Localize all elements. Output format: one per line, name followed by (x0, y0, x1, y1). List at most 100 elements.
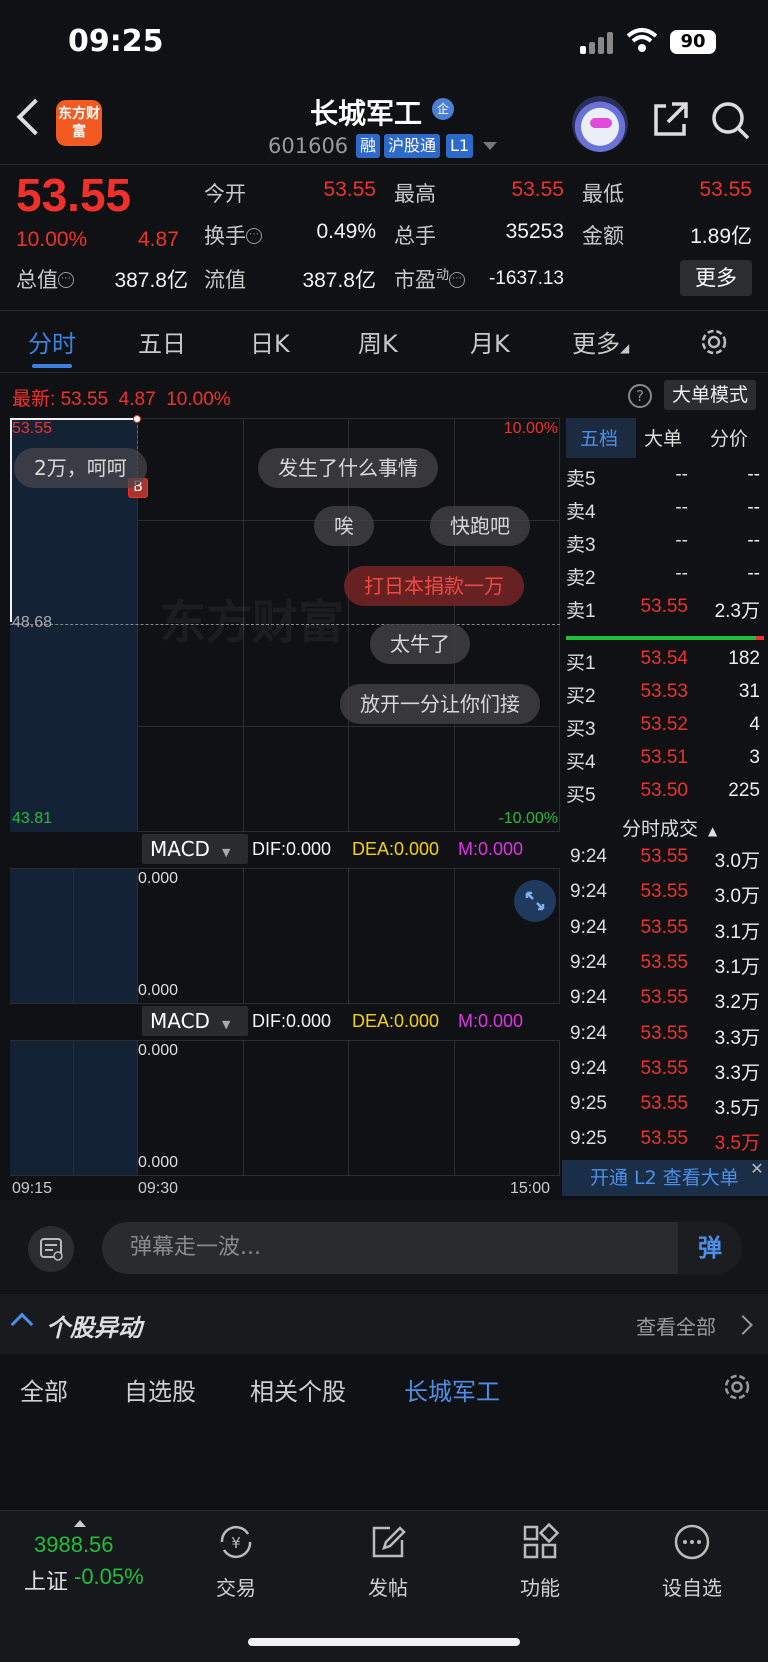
m-value: M:0.000 (458, 839, 524, 859)
chevron-down-icon[interactable] (483, 142, 497, 150)
l2-banner[interactable]: 开通 L2 查看大单 (562, 1160, 768, 1196)
trade-volume: 3.5万 (714, 1098, 760, 1120)
nav-trade[interactable]: ¥ 交易 (186, 1522, 286, 1601)
danmaku-bubble[interactable]: 发生了什么事情 (258, 448, 438, 488)
mktcap-label[interactable]: 总值 ⋯ (16, 264, 74, 294)
ask-volume: -- (747, 464, 760, 485)
danmaku-bubble[interactable]: 2万，呵呵 (14, 448, 147, 488)
close-icon[interactable]: ✕ (748, 1160, 766, 1178)
yuan-cycle-icon: ¥ (216, 1522, 256, 1562)
trade-row: 9:25 53.55 3.5万 (568, 1128, 764, 1158)
indicator-panel-1[interactable]: 0.000 0.000 (10, 868, 560, 1004)
tab-five-day[interactable]: 五日 (138, 324, 186, 359)
mktcap-value: 387.8亿 (114, 269, 188, 292)
trades-header[interactable]: 分时成交 ▲ (622, 814, 717, 841)
trade-time: 9:25 (570, 1093, 607, 1115)
status-time: 09:25 (68, 24, 164, 59)
info-icon[interactable]: ⋯ (58, 272, 74, 288)
tab-intraday[interactable]: 分时 (28, 324, 76, 359)
trade-time: 9:25 (570, 1128, 607, 1150)
trade-volume: 3.1万 (714, 956, 760, 978)
pct-axis-bottom: -10.00% (498, 810, 558, 827)
trade-row: 9:25 53.55 3.5万 (568, 1093, 764, 1123)
nav-post[interactable]: 发帖 (338, 1522, 438, 1601)
trade-time: 9:24 (570, 987, 607, 1009)
bid-row: 买2 53.53 31 (566, 681, 764, 711)
danmaku-send-button[interactable]: 弹 (678, 1222, 742, 1274)
indicator-panel-2[interactable]: 0.000 0.000 (10, 1040, 560, 1176)
indicator-axis-top: 0.000 (138, 870, 179, 887)
chevron-up-icon: ▲ (708, 824, 718, 838)
chevron-down-icon: ▼ (221, 1018, 231, 1031)
trade-time: 9:24 (570, 846, 607, 867)
svg-text:¥: ¥ (231, 1534, 241, 1552)
price-axis-bottom: 43.81 (12, 810, 53, 827)
pe-label[interactable]: 市盈动 ⋯ (394, 264, 466, 294)
danmaku-bubble[interactable]: 放开一分让你们接 (340, 684, 540, 724)
chart-settings-icon[interactable] (698, 326, 730, 358)
trade-volume: 3.3万 (714, 1027, 760, 1049)
change-amount: 4.87 (138, 228, 179, 251)
index-value[interactable]: 3988.56 (34, 1532, 114, 1558)
ask-volume: -- (747, 497, 760, 518)
index-change[interactable]: -0.05% (74, 1564, 144, 1590)
pe-sup: 动 (436, 268, 450, 283)
filter-settings-icon[interactable] (722, 1372, 752, 1402)
info-icon[interactable]: ⋯ (449, 272, 466, 288)
chevron-up-icon[interactable] (74, 1520, 86, 1527)
indicator-select-1[interactable]: MACD ▼ (142, 834, 248, 864)
tab-level5[interactable]: 五档 (580, 424, 618, 451)
ask-row: 卖5 -- -- (566, 464, 764, 494)
volume-value: 35253 (505, 220, 564, 243)
tab-month-k[interactable]: 月K (470, 324, 510, 359)
danmaku-bubble[interactable]: 快跑吧 (430, 506, 530, 546)
indicator-axis-bottom: 0.000 (138, 1154, 179, 1171)
bid-label: 买2 (566, 686, 596, 707)
view-all-link[interactable]: 查看全部 (636, 1311, 716, 1340)
amount-label: 金额 (582, 224, 624, 248)
turnover-value: 0.49% (316, 220, 376, 243)
index-name[interactable]: 上证 (24, 1564, 68, 1596)
tag-level: L1 (446, 134, 474, 158)
big-order-mode-button[interactable]: 大单模式 (664, 380, 756, 410)
trade-volume: 3.1万 (714, 921, 760, 943)
home-indicator[interactable] (248, 1638, 520, 1646)
info-icon[interactable]: ⋯ (246, 228, 262, 244)
bid-price: 53.51 (640, 747, 688, 768)
bid-volume: 4 (749, 714, 760, 735)
indicator-select-2[interactable]: MACD ▼ (142, 1006, 248, 1036)
share-icon[interactable] (650, 100, 690, 140)
tab-big-orders[interactable]: 大单 (644, 424, 682, 451)
search-icon[interactable] (710, 100, 752, 142)
tab-week-k[interactable]: 周K (358, 324, 398, 359)
danmaku-bubble[interactable]: 唉 (314, 506, 374, 546)
danmaku-bubble[interactable]: 太牛了 (370, 624, 470, 664)
filter-all[interactable]: 全部 (20, 1372, 68, 1407)
turnover-label[interactable]: 换手 ⋯ (204, 220, 262, 250)
tab-more[interactable]: 更多◢ (572, 324, 629, 359)
high-label: 最高 (394, 182, 436, 206)
bid-volume: 225 (728, 780, 760, 801)
help-icon[interactable]: ? (628, 384, 652, 408)
expand-icon[interactable] (514, 880, 556, 922)
nav-add-watchlist[interactable]: 设自选 (642, 1522, 742, 1601)
more-quote-button[interactable]: 更多 (680, 260, 752, 296)
filter-related[interactable]: 相关个股 (250, 1372, 346, 1407)
tab-price-volume[interactable]: 分价 (710, 424, 748, 451)
nav-functions[interactable]: 功能 (490, 1522, 590, 1601)
trade-price: 53.55 (640, 987, 688, 1009)
bid-price: 53.54 (640, 648, 688, 669)
danmaku-input[interactable]: 弹幕走一波... (102, 1222, 742, 1274)
ask-volume: 2.3万 (714, 601, 760, 622)
tab-day-k[interactable]: 日K (250, 324, 290, 359)
filter-current-stock[interactable]: 长城军工 (404, 1372, 500, 1407)
back-icon[interactable] (16, 98, 54, 136)
ask-label: 卖4 (566, 502, 596, 523)
filter-watchlist[interactable]: 自选股 (124, 1372, 196, 1407)
dea-value: DEA:0.000 (352, 1011, 440, 1031)
stock-code: 601606 (268, 134, 349, 158)
bid-row: 买4 53.51 3 (566, 747, 764, 777)
danmaku-settings-icon[interactable] (28, 1226, 74, 1272)
danmaku-bubble-highlight[interactable]: 打日本捐款一万 (344, 566, 524, 606)
trade-price: 53.55 (640, 951, 688, 973)
